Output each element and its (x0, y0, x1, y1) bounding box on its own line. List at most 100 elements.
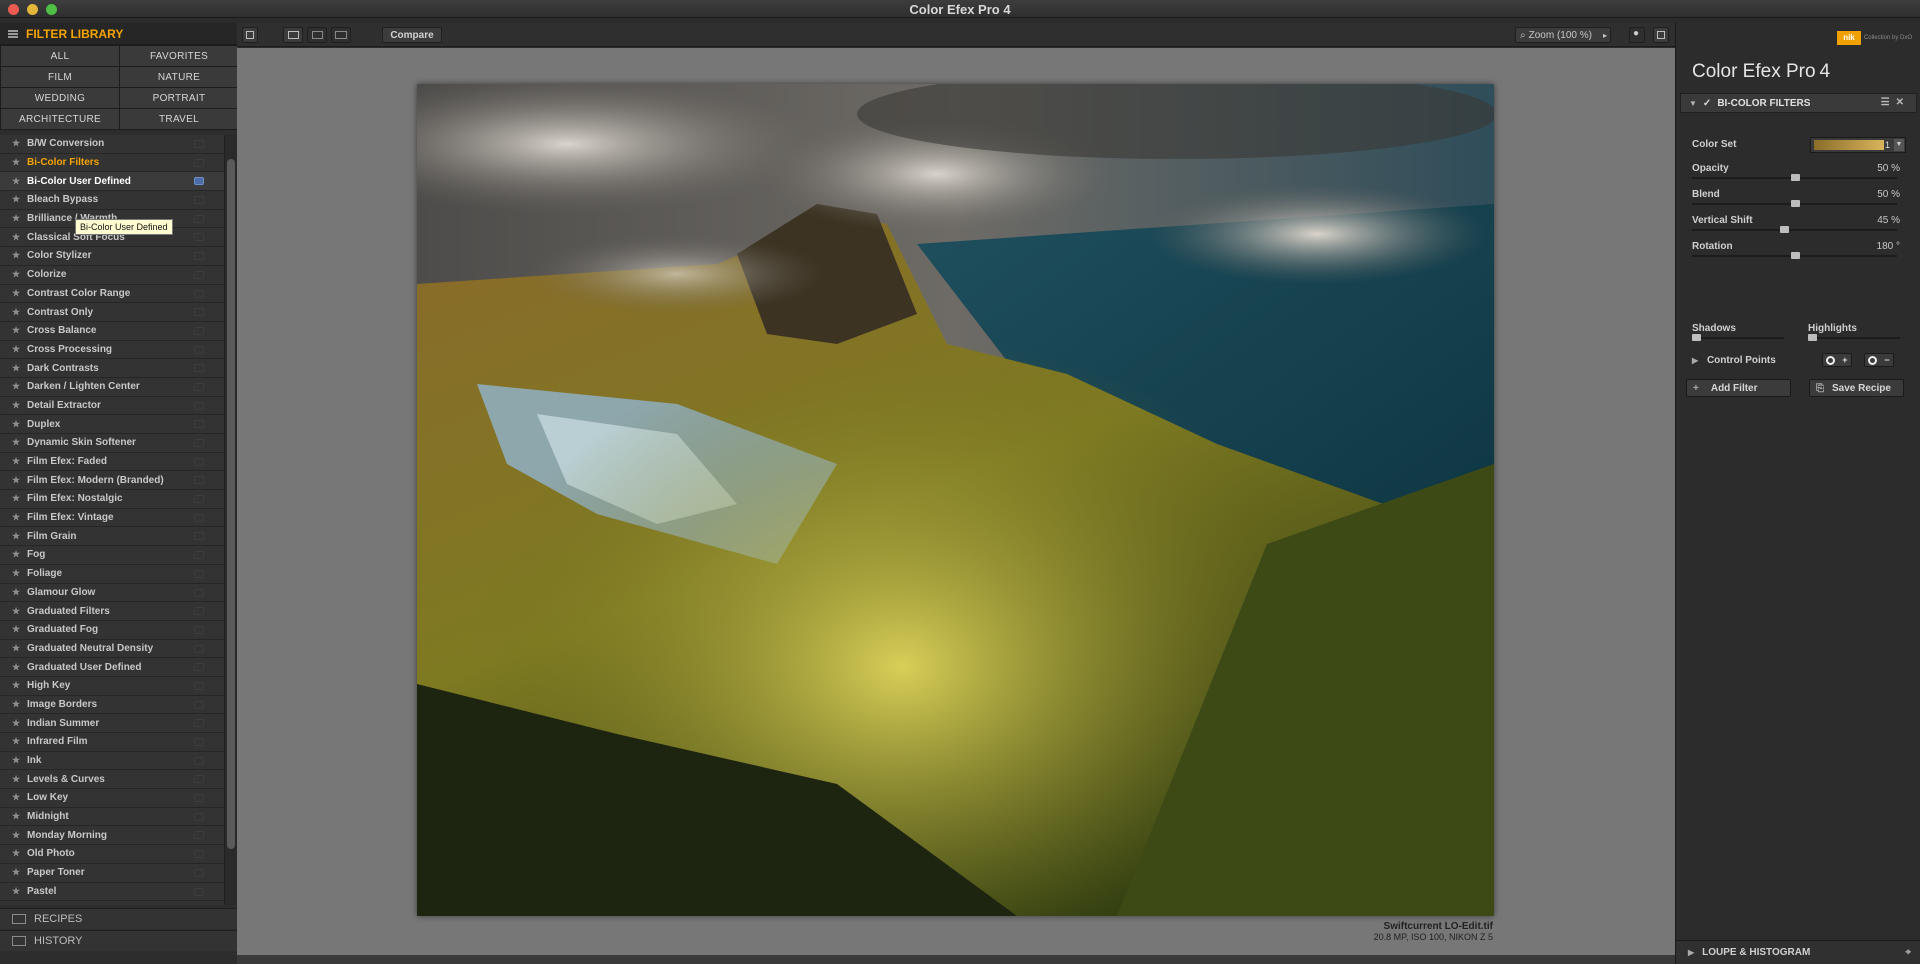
favorite-star-icon[interactable]: ★ (12, 325, 27, 336)
hide-controls-button[interactable] (1653, 27, 1669, 43)
filter-options-icon[interactable] (194, 775, 204, 784)
filter-library-header[interactable]: FILTER LIBRARY (0, 23, 237, 45)
filter-list-item[interactable]: ★ Monday Morning (0, 826, 224, 846)
color-set-dropdown[interactable]: 1 ▼ (1810, 137, 1906, 153)
filter-list-item[interactable]: ★ Graduated Neutral Density (0, 639, 224, 659)
filter-options-icon[interactable] (194, 794, 204, 803)
filter-list-item[interactable]: ★ Film Efex: Modern (Branded) (0, 471, 224, 491)
rotation-value[interactable]: 180 ° (1877, 241, 1900, 252)
filter-options-icon[interactable] (194, 345, 204, 354)
filter-list-item[interactable]: ★ High Key (0, 676, 224, 696)
filter-list-item[interactable]: ★ Contrast Color Range (0, 284, 224, 304)
filter-list-item[interactable]: ★ Graduated Fog (0, 620, 224, 640)
filter-options-icon[interactable] (194, 420, 204, 429)
filter-options-icon[interactable] (194, 140, 204, 148)
filter-options-icon[interactable] (194, 868, 204, 877)
filter-options-icon[interactable] (194, 513, 204, 522)
loupe-histogram-section[interactable]: ▶ LOUPE & HISTOGRAM ⌖ (1676, 940, 1920, 964)
favorite-star-icon[interactable]: ★ (12, 176, 27, 187)
shadows-slider[interactable] (1692, 334, 1784, 341)
menu-icon[interactable] (8, 29, 18, 38)
filter-options-icon[interactable] (194, 177, 204, 186)
favorite-star-icon[interactable]: ★ (12, 419, 27, 430)
hide-library-button[interactable] (242, 27, 258, 43)
filter-list-item[interactable]: ★ Graduated User Defined (0, 658, 224, 677)
filter-list-item[interactable]: ★ Bi-Color User Defined (0, 172, 224, 192)
filter-options-icon[interactable] (194, 439, 204, 447)
favorite-star-icon[interactable]: ★ (12, 493, 27, 504)
favorite-star-icon[interactable]: ★ (12, 531, 27, 542)
favorite-star-icon[interactable]: ★ (12, 587, 27, 598)
filter-options-icon[interactable] (194, 532, 204, 541)
favorite-star-icon[interactable]: ★ (12, 606, 27, 617)
zoom-dropdown[interactable]: ⌕ Zoom (100 %) ▸ (1515, 27, 1611, 43)
add-control-point-button[interactable]: + (1822, 353, 1852, 367)
favorite-star-icon[interactable]: ★ (12, 288, 27, 299)
opacity-value[interactable]: 50 % (1877, 163, 1900, 174)
favorite-star-icon[interactable]: ★ (12, 736, 27, 747)
background-toggle-button[interactable]: ● (1629, 27, 1645, 43)
filter-options-icon[interactable] (194, 476, 204, 485)
single-view-button[interactable] (283, 27, 303, 43)
favorite-star-icon[interactable]: ★ (12, 549, 27, 560)
filter-options-icon[interactable] (194, 812, 204, 821)
filter-list-item[interactable]: ★ Darken / Lighten Center (0, 377, 224, 397)
favorite-star-icon[interactable]: ★ (12, 138, 27, 149)
favorite-star-icon[interactable]: ★ (12, 774, 27, 785)
rotation-slider[interactable] (1692, 252, 1897, 259)
filter-list-item[interactable]: ★ Graduated Filters (0, 602, 224, 621)
filter-list-item[interactable]: ★ Film Efex: Nostalgic (0, 490, 224, 509)
blend-slider[interactable] (1692, 200, 1897, 207)
favorite-star-icon[interactable]: ★ (12, 624, 27, 635)
filter-list-item[interactable]: ★ Bleach Bypass (0, 191, 224, 210)
vertical-shift-slider[interactable] (1692, 226, 1897, 233)
filter-options-icon[interactable] (194, 289, 204, 298)
filter-list-item[interactable]: ★ Contrast Only (0, 303, 224, 322)
filter-list-item[interactable]: ★ Film Grain (0, 527, 224, 547)
filter-options-icon[interactable] (194, 233, 204, 242)
filter-list-item[interactable]: ★ Midnight (0, 807, 224, 827)
favorite-star-icon[interactable]: ★ (12, 886, 27, 897)
blend-value[interactable]: 50 % (1877, 189, 1900, 200)
favorite-star-icon[interactable]: ★ (12, 848, 27, 859)
filter-options-icon[interactable] (194, 644, 204, 653)
filter-list-scrollbar[interactable] (224, 135, 237, 905)
favorite-star-icon[interactable]: ★ (12, 344, 27, 355)
category-film[interactable]: FILM (1, 67, 119, 87)
filter-options-icon[interactable] (194, 756, 204, 765)
favorite-star-icon[interactable]: ★ (12, 475, 27, 486)
shadows-slider-knob[interactable] (1692, 334, 1701, 341)
rotation-slider-knob[interactable] (1791, 252, 1800, 259)
favorite-star-icon[interactable]: ★ (12, 232, 27, 243)
preview-image[interactable] (417, 84, 1494, 916)
compare-button[interactable]: Compare (382, 27, 442, 43)
filter-list-item[interactable]: ★Photo Stylizer (0, 901, 224, 905)
filter-enable-checkbox[interactable]: ✓ (1703, 98, 1711, 109)
filter-list-item[interactable]: ★ Bi-Color Filters (0, 153, 224, 173)
favorite-star-icon[interactable]: ★ (12, 307, 27, 318)
filter-list-item[interactable]: ★ Glamour Glow (0, 583, 224, 603)
filter-options-icon[interactable] (194, 401, 204, 410)
history-tab[interactable]: HISTORY (0, 930, 237, 951)
favorite-star-icon[interactable]: ★ (12, 437, 27, 448)
category-favorites[interactable]: FAVORITES (120, 46, 238, 66)
filter-list-item[interactable]: ★ Pastel (0, 882, 224, 902)
filter-list-item[interactable]: ★ Cross Balance (0, 321, 224, 341)
filter-options-icon[interactable] (194, 308, 204, 317)
filter-options-icon[interactable] (194, 588, 204, 597)
subtract-control-point-button[interactable]: − (1864, 353, 1894, 367)
favorite-star-icon[interactable]: ★ (12, 718, 27, 729)
filter-list-item[interactable]: ★ B/W Conversion (0, 135, 224, 154)
collapse-triangle-icon[interactable]: ▼ (1689, 99, 1697, 108)
filter-options-icon[interactable] (194, 569, 204, 578)
filter-list-item[interactable]: ★ Film Efex: Vintage (0, 508, 224, 528)
filter-options-icon[interactable] (194, 700, 204, 709)
filter-options-icon[interactable] (194, 719, 204, 728)
category-portrait[interactable]: PORTRAIT (120, 88, 238, 108)
filter-options-icon[interactable] (194, 850, 204, 859)
favorite-star-icon[interactable]: ★ (12, 811, 27, 822)
favorite-star-icon[interactable]: ★ (12, 568, 27, 579)
filter-options-icon[interactable] (194, 551, 204, 560)
favorite-star-icon[interactable]: ★ (12, 400, 27, 411)
favorite-star-icon[interactable]: ★ (12, 381, 27, 392)
